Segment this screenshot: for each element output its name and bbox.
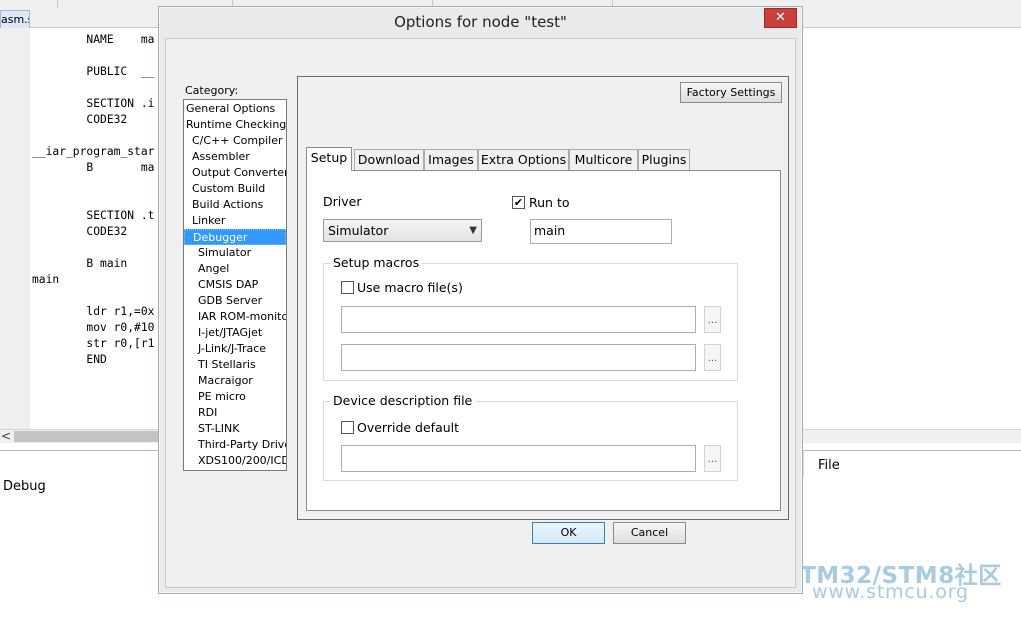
category-item-i-jet-jtagjet[interactable]: I-jet/JTAGjet: [184, 325, 286, 341]
category-item-simulator[interactable]: Simulator: [184, 245, 286, 261]
editor-tab-label: asm.s: [1, 13, 29, 26]
macro-file-input-1[interactable]: [341, 306, 696, 333]
category-item-rdi[interactable]: RDI: [184, 405, 286, 421]
category-item-ti-stellaris[interactable]: TI Stellaris: [184, 357, 286, 373]
scrollbar-thumb[interactable]: [14, 431, 164, 442]
category-item-debugger[interactable]: Debugger: [184, 229, 286, 245]
driver-select-value: Simulator: [328, 223, 389, 238]
category-item-iar-rom-monitor[interactable]: IAR ROM-monitor: [184, 309, 286, 325]
code-line: main: [32, 273, 60, 286]
editor-tab-asm[interactable]: asm.s: [0, 10, 30, 28]
tab-extra-options[interactable]: Extra Options: [478, 149, 569, 170]
run-to-label: Run to: [529, 195, 570, 210]
run-to-checkbox[interactable]: ✔: [512, 196, 525, 209]
tab-plugins[interactable]: Plugins: [638, 149, 690, 170]
category-list[interactable]: General Options Runtime Checking C/C++ Com…: [183, 99, 287, 471]
browse-macro-1-button[interactable]: ...: [704, 306, 721, 333]
tab-separator: [57, 0, 58, 8]
scroll-left-arrow-icon[interactable]: <: [1, 429, 11, 443]
driver-label: Driver: [323, 194, 362, 209]
use-macro-label: Use macro file(s): [357, 280, 463, 295]
category-item-output-converter[interactable]: Output Converter: [184, 165, 286, 181]
code-line: ldr r1,=0x: [32, 305, 155, 318]
watermark-url: www.stmcu.org: [812, 581, 969, 603]
options-panel: Factory Settings Setup Download Images E…: [297, 76, 789, 520]
tab-images[interactable]: Images: [424, 149, 478, 170]
category-item-assembler[interactable]: Assembler: [184, 149, 286, 165]
category-item-build-actions[interactable]: Build Actions: [184, 197, 286, 213]
close-icon[interactable]: ✕: [764, 8, 797, 28]
driver-select[interactable]: Simulator ▼: [323, 219, 482, 242]
code-line: SECTION .i: [32, 97, 155, 110]
category-item-pe-micro[interactable]: PE micro: [184, 389, 286, 405]
setup-macros-title: Setup macros: [330, 255, 423, 270]
category-item-angel[interactable]: Angel: [184, 261, 286, 277]
code-line: mov r0,#10: [32, 321, 155, 334]
override-default-label: Override default: [357, 420, 460, 435]
tab-setup[interactable]: Setup: [306, 147, 352, 171]
override-default-checkbox[interactable]: [341, 421, 354, 434]
code-line: CODE32: [32, 113, 128, 126]
setup-tab-page: Driver Simulator ▼ ✔ Run to main Setup m…: [306, 170, 781, 511]
factory-settings-button[interactable]: Factory Settings: [680, 82, 782, 103]
category-item-gdb-server[interactable]: GDB Server: [184, 293, 286, 309]
browse-device-file-button[interactable]: ...: [704, 445, 721, 472]
code-line: PUBLIC __: [32, 65, 155, 78]
chevron-down-icon: ▼: [469, 225, 477, 236]
category-item-xds100-200-icdi[interactable]: XDS100/200/ICDI: [184, 453, 286, 469]
code-line: str r0,[r1: [32, 337, 155, 350]
category-item-general-options[interactable]: General Options: [184, 101, 286, 117]
code-line: __iar_program_star: [32, 145, 155, 158]
category-item-macraigor[interactable]: Macraigor: [184, 373, 286, 389]
category-item-st-link[interactable]: ST-LINK: [184, 421, 286, 437]
category-item-runtime-checking[interactable]: Runtime Checking: [184, 117, 286, 133]
category-label: Category:: [185, 84, 239, 97]
category-item-c-c-compiler[interactable]: C/C++ Compiler: [184, 133, 286, 149]
message-row-debug[interactable]: Debug: [3, 479, 46, 494]
use-macro-checkbox[interactable]: [341, 281, 354, 294]
device-description-group: Device description file Override default…: [323, 393, 738, 481]
cancel-button[interactable]: Cancel: [613, 522, 686, 544]
ok-button[interactable]: OK: [532, 522, 605, 544]
device-file-input[interactable]: [341, 445, 696, 472]
tab-download[interactable]: Download: [354, 149, 424, 170]
category-item-j-link-j-trace[interactable]: J-Link/J-Trace: [184, 341, 286, 357]
column-separator: [803, 451, 804, 477]
tab-multicore[interactable]: Multicore: [569, 149, 638, 170]
setup-macros-group: Setup macros Use macro file(s) ... ...: [323, 255, 738, 381]
browse-macro-2-button[interactable]: ...: [704, 344, 721, 371]
run-to-input[interactable]: main: [530, 219, 672, 244]
category-item-cmsis-dap[interactable]: CMSIS DAP: [184, 277, 286, 293]
code-line: CODE32: [32, 225, 128, 238]
dialog-title: Options for node "test": [394, 13, 567, 31]
category-item-linker[interactable]: Linker: [184, 213, 286, 229]
column-header-file[interactable]: File: [818, 458, 840, 473]
code-line: SECTION .t: [32, 209, 155, 222]
macro-file-input-2[interactable]: [341, 344, 696, 371]
dialog-body: Category: General Options Runtime Checkin…: [165, 38, 796, 588]
code-line: NAME ma: [32, 33, 155, 46]
code-line: B ma: [32, 161, 155, 174]
editor-gutter: [0, 28, 30, 430]
category-item-third-party-driver[interactable]: Third-Party Driver: [184, 437, 286, 453]
code-line: B main: [32, 257, 128, 270]
code-line: END: [32, 353, 107, 366]
options-dialog: Options for node "test" ✕ Category: Gene…: [158, 6, 803, 594]
device-description-title: Device description file: [330, 393, 476, 408]
source-code[interactable]: NAME ma PUBLIC __ SECTION .i CODE32 __ia…: [32, 32, 154, 368]
category-item-custom-build[interactable]: Custom Build: [184, 181, 286, 197]
